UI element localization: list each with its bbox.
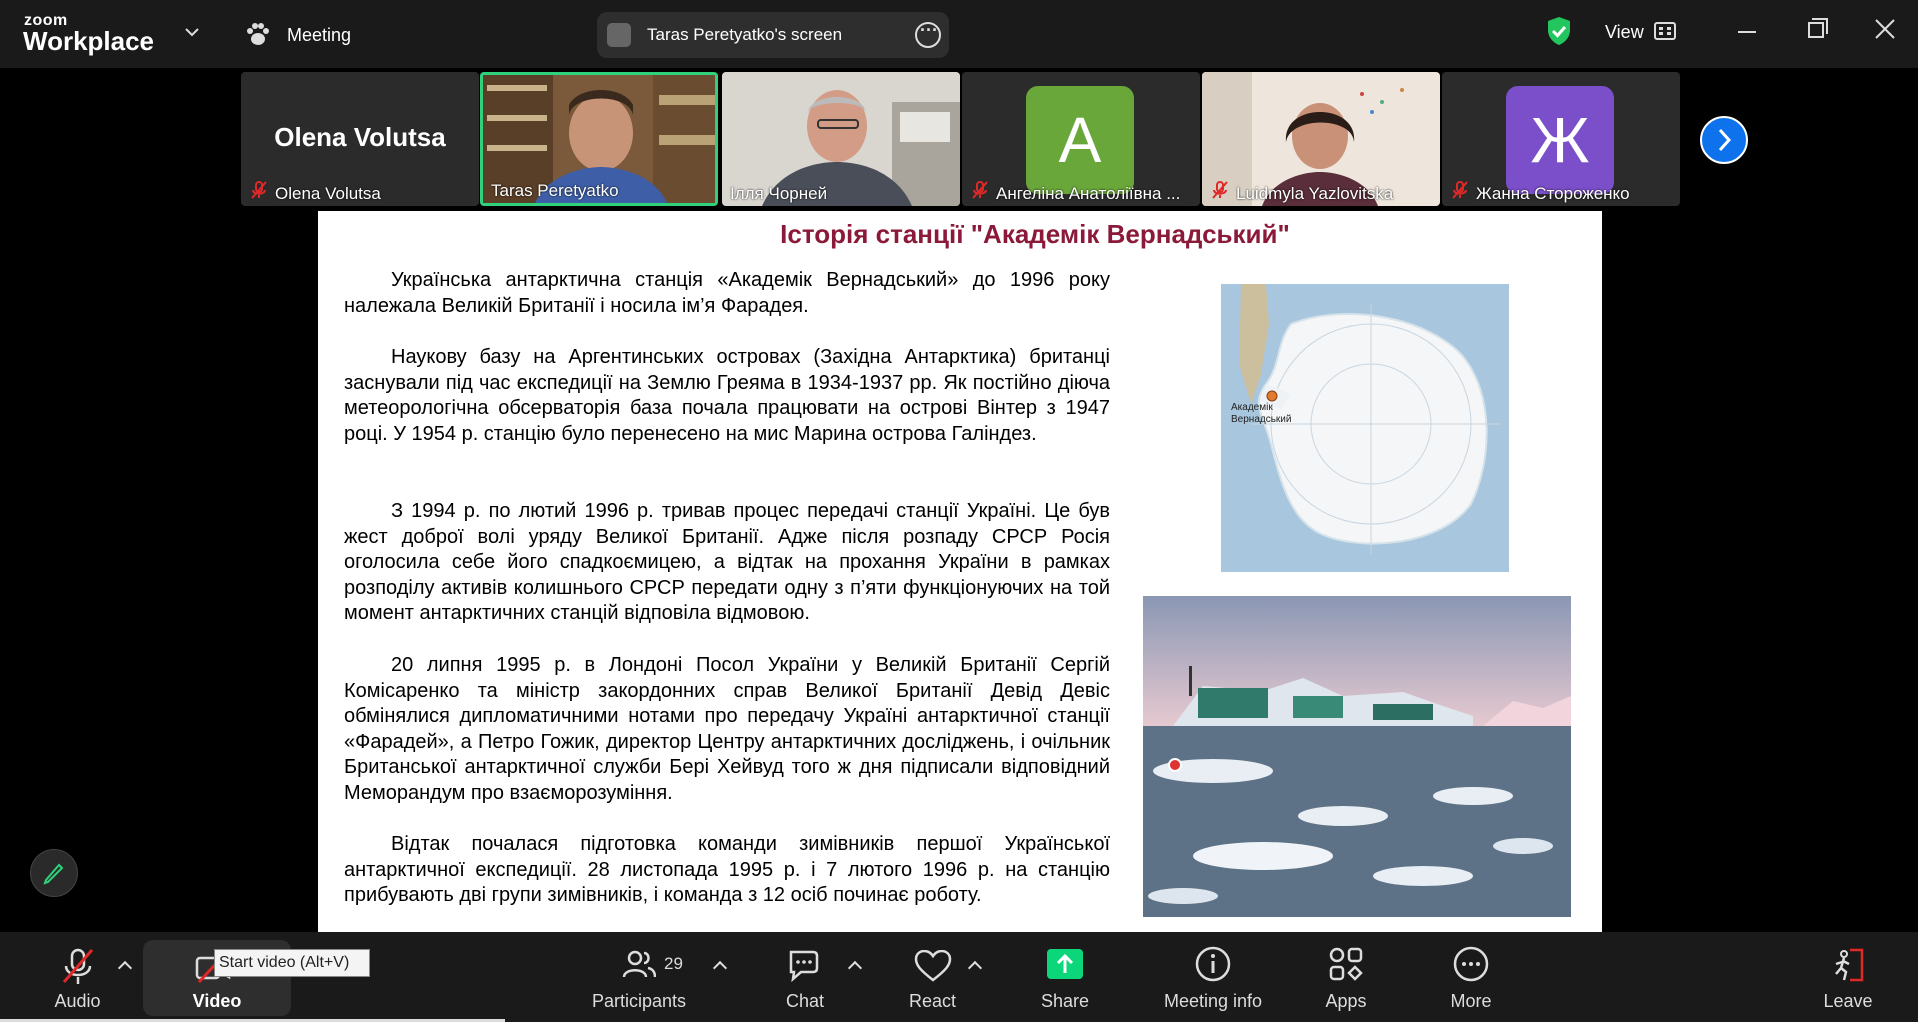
- participant-tile[interactable]: Ілля Чорней: [722, 72, 960, 206]
- participant-tile-active[interactable]: Taras Peretyatko: [480, 72, 718, 206]
- participant-tile[interactable]: А Ангеліна Анатоліївна ...: [962, 72, 1200, 206]
- heart-icon: [914, 950, 952, 982]
- participant-tile[interactable]: Olena Volutsa Olena Volutsa: [241, 72, 479, 206]
- restore-window-icon[interactable]: [1808, 22, 1824, 38]
- audio-button[interactable]: Audio: [40, 932, 115, 1022]
- participant-name: Luidmyla Yazlovitska: [1236, 184, 1394, 203]
- mic-muted-icon: [972, 181, 988, 199]
- annotate-button[interactable]: [30, 849, 78, 897]
- participants-count: 29: [664, 954, 683, 973]
- participant-name: Olena Volutsa: [275, 184, 381, 203]
- slide-title: Історія станції "Академік Вернадський": [780, 219, 1290, 249]
- slide-paragraph: 20 липня 1995 р. в Лондоні Посол України…: [344, 654, 1110, 804]
- station-photo: [1143, 596, 1571, 917]
- mic-muted-icon: [251, 181, 267, 199]
- more-icon: [1453, 946, 1489, 982]
- chat-icon: [789, 950, 819, 982]
- leave-icon: [1835, 948, 1864, 982]
- meeting-info-button[interactable]: Meeting info: [1155, 932, 1271, 1022]
- share-screen-icon: [1047, 949, 1083, 979]
- apps-button[interactable]: Apps: [1316, 932, 1376, 1022]
- screen-share-indicator[interactable]: Taras Peretyatko's screen: [597, 12, 949, 58]
- participant-avatar: Ж: [1506, 86, 1614, 194]
- slide-paragraph: Українська антарктична станція «Академік…: [344, 269, 1110, 317]
- participant-name: Ілля Чорней: [730, 184, 828, 203]
- video-tooltip: Start video (Alt+V): [214, 949, 370, 977]
- share-button[interactable]: Share: [1035, 932, 1095, 1022]
- chevron-down-icon[interactable]: [180, 20, 204, 44]
- antarctica-map: Академік Вернадський: [1221, 284, 1509, 572]
- close-icon[interactable]: [1874, 18, 1896, 40]
- shared-screen-slide: Історія станції "Академік Вернадський" У…: [318, 211, 1602, 932]
- slide-paragraph: Наукову базу на Аргентинських островах (…: [344, 346, 1110, 445]
- pencil-icon: [43, 863, 64, 885]
- participant-display-name: Olena Volutsa: [274, 122, 446, 152]
- share-label: Taras Peretyatko's screen: [647, 25, 843, 44]
- chevron-right-icon: [1718, 128, 1732, 152]
- encryption-shield-icon[interactable]: [1546, 16, 1572, 46]
- leave-button[interactable]: Leave: [1818, 932, 1878, 1022]
- meeting-menu[interactable]: Meeting: [287, 25, 351, 46]
- participant-name: Ангеліна Анатоліївна ...: [996, 184, 1181, 203]
- react-button[interactable]: React: [900, 932, 965, 1022]
- participants-icon: [622, 950, 656, 978]
- next-page-button[interactable]: [1700, 116, 1748, 164]
- apps-icon: [1329, 947, 1363, 981]
- more-button[interactable]: More: [1441, 932, 1501, 1022]
- minimize-icon[interactable]: [1738, 31, 1756, 33]
- map-label: Академік Вернадський: [1231, 402, 1292, 425]
- meeting-paw-icon[interactable]: [244, 20, 272, 48]
- mic-muted-icon: [62, 948, 94, 984]
- participant-name: Жанна Стороженко: [1476, 184, 1630, 203]
- participants-button[interactable]: 29 Participants: [584, 932, 694, 1022]
- slide-paragraph: Відтак почалася підготовка команди зимів…: [344, 833, 1110, 907]
- mic-muted-icon: [1212, 181, 1228, 199]
- participant-name: Taras Peretyatko: [491, 181, 619, 200]
- participant-tile[interactable]: Ж Жанна Стороженко: [1442, 72, 1680, 206]
- zoom-workplace-logo: Workplace: [23, 26, 155, 56]
- more-options-icon[interactable]: [915, 20, 941, 48]
- info-icon: [1195, 946, 1231, 982]
- mic-muted-icon: [1452, 181, 1468, 199]
- grid-view-icon[interactable]: [1654, 22, 1676, 40]
- slide-paragraph: З 1994 р. по лютий 1996 р. тривав процес…: [344, 500, 1110, 625]
- sharer-avatar: [607, 23, 631, 47]
- chat-button[interactable]: Chat: [775, 932, 835, 1022]
- view-button[interactable]: View: [1605, 22, 1644, 43]
- participant-avatar: А: [1026, 86, 1134, 194]
- participant-tile[interactable]: Luidmyla Yazlovitska: [1202, 72, 1440, 206]
